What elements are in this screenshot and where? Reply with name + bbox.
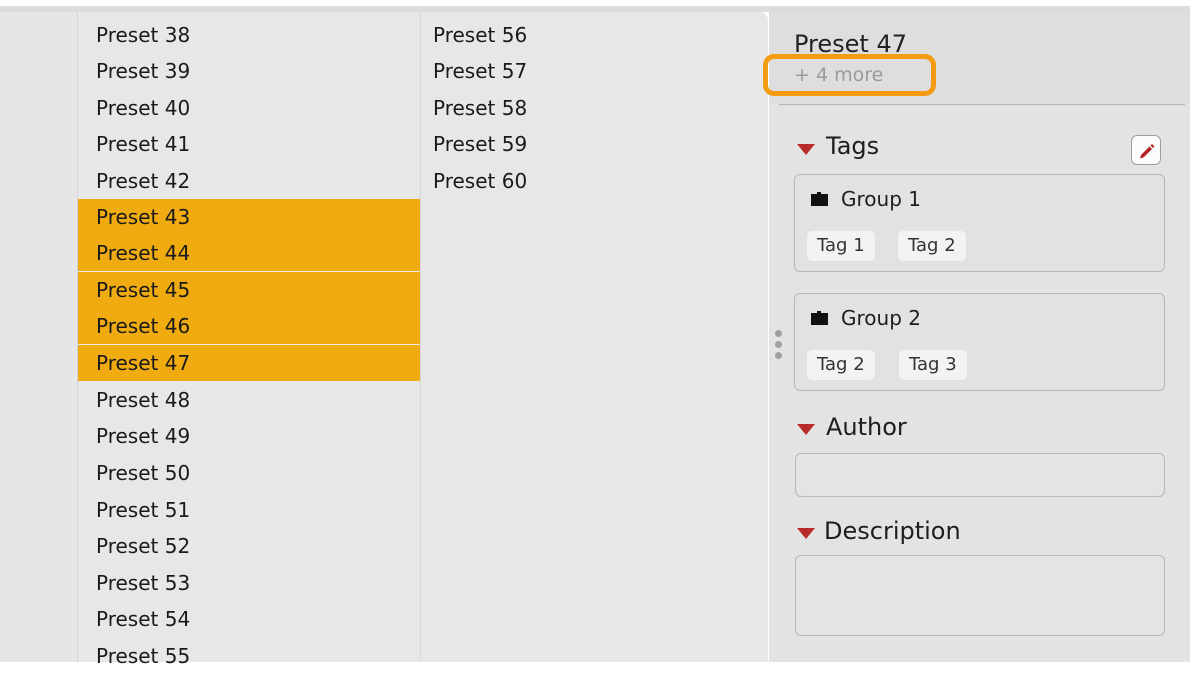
tags-section-label[interactable]: Tags [826,132,879,160]
details-header: Preset 47 + 4 more [763,12,1190,104]
description-field[interactable] [795,555,1165,636]
folder-icon [811,192,828,206]
preset-item-57[interactable]: Preset 57 [421,53,763,89]
preset-item-50[interactable]: Preset 50 [78,455,420,491]
preset-item-58[interactable]: Preset 58 [421,90,763,126]
preset-item-54[interactable]: Preset 54 [78,601,420,637]
tag-group-2: Group 2 Tag 2 Tag 3 [794,293,1165,391]
preset-item-49[interactable]: Preset 49 [78,418,420,454]
group-2-name: Group 2 [841,306,921,330]
preset-item-51[interactable]: Preset 51 [78,492,420,528]
preset-item-48[interactable]: Preset 48 [78,382,420,418]
preset-item-44[interactable]: Preset 44 [78,235,420,271]
tags-collapse-triangle-icon[interactable] [797,144,815,155]
preset-list-column-2: Preset 56 Preset 57 Preset 58 Preset 59 … [421,12,768,662]
preset-item-38[interactable]: Preset 38 [78,17,420,53]
details-panel: Preset 47 + 4 more Tags Group 1 Tag 1 Ta… [763,12,1190,662]
description-section-label[interactable]: Description [824,517,961,545]
tag-chip[interactable]: Tag 2 [807,350,875,380]
author-section-label[interactable]: Author [826,413,907,441]
left-margin [0,12,77,662]
preset-list-column-1: Preset 38 Preset 39 Preset 40 Preset 41 … [78,12,420,668]
preset-item-60[interactable]: Preset 60 [421,163,763,199]
preset-item-59[interactable]: Preset 59 [421,126,763,162]
preset-item-55[interactable]: Preset 55 [78,638,420,674]
preset-item-41[interactable]: Preset 41 [78,126,420,162]
header-separator [779,104,1185,105]
author-collapse-triangle-icon[interactable] [797,424,815,435]
resize-handle[interactable] [775,330,783,370]
preset-item-45[interactable]: Preset 45 [78,272,420,308]
highlight-outline [763,54,936,96]
tag-group-1: Group 1 Tag 1 Tag 2 [794,174,1165,272]
group-1-name: Group 1 [841,187,921,211]
tag-chip[interactable]: Tag 1 [807,231,875,261]
tag-chip[interactable]: Tag 3 [899,350,967,380]
preset-item-42[interactable]: Preset 42 [78,163,420,199]
preset-item-53[interactable]: Preset 53 [78,565,420,601]
preset-item-40[interactable]: Preset 40 [78,90,420,126]
preset-item-47[interactable]: Preset 47 [78,345,420,381]
preset-item-43[interactable]: Preset 43 [78,199,420,235]
tag-chip[interactable]: Tag 2 [898,231,966,261]
preset-item-46[interactable]: Preset 46 [78,308,420,344]
pencil-icon [1140,144,1155,159]
preset-item-52[interactable]: Preset 52 [78,528,420,564]
description-collapse-triangle-icon[interactable] [797,528,815,539]
preset-item-39[interactable]: Preset 39 [78,53,420,89]
folder-icon [811,311,828,325]
preset-item-56[interactable]: Preset 56 [421,17,763,53]
edit-tags-button[interactable] [1131,135,1161,165]
author-field[interactable] [795,453,1165,497]
